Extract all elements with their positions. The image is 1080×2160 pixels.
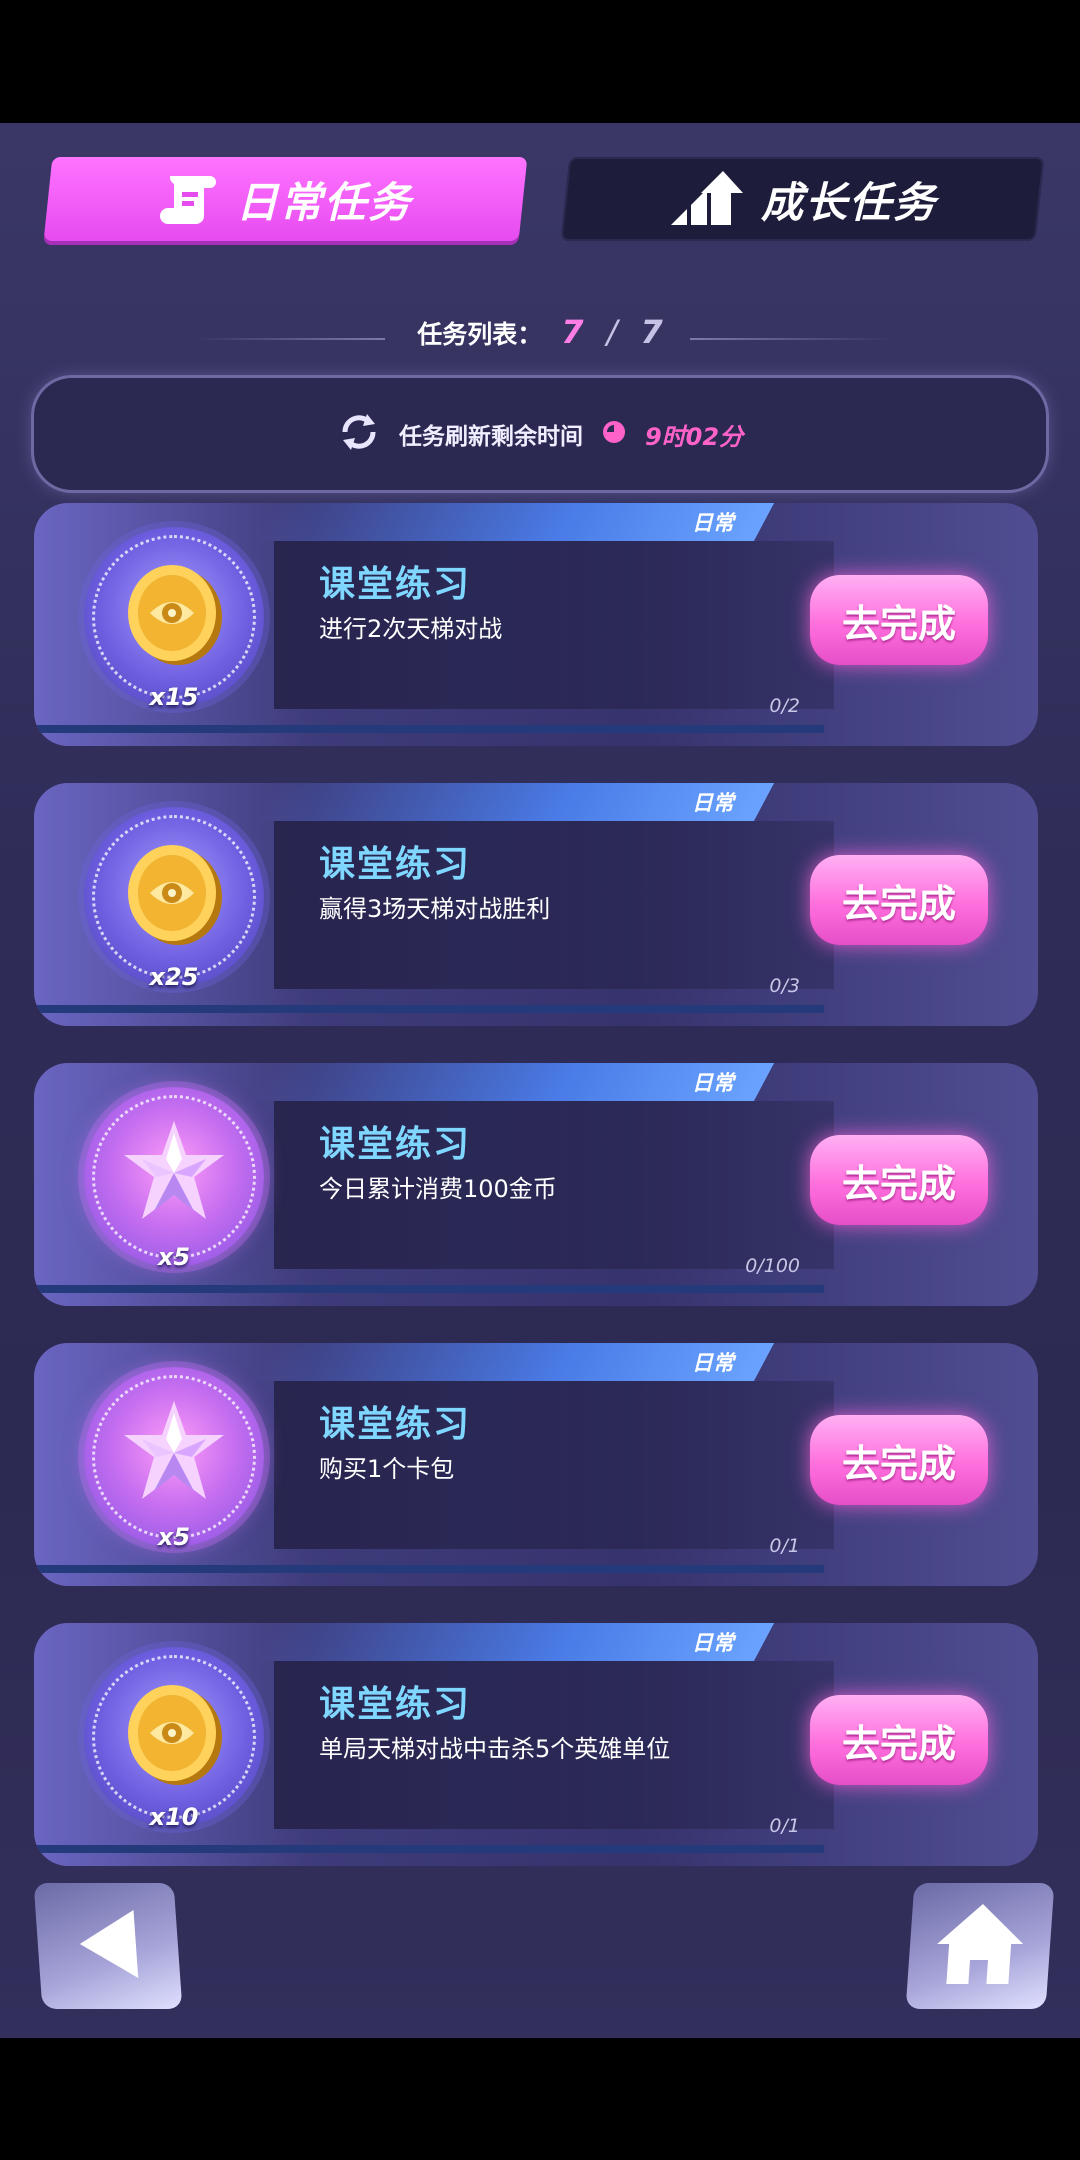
- task-card: 日常 x5 课堂练习 购买1个卡包 去完成 0/1: [34, 1343, 1038, 1586]
- scroll-icon: [158, 170, 220, 228]
- task-card: 日常 x15 课堂练习 进行2次天梯对战 去完成 0/2: [34, 503, 1038, 746]
- reward-badge[interactable]: x5: [84, 1087, 264, 1271]
- reward-quantity: x25: [149, 963, 199, 991]
- task-description: 进行2次天梯对战: [319, 615, 503, 643]
- coin-icon: [120, 839, 228, 947]
- reward-badge[interactable]: x5: [84, 1367, 264, 1551]
- progress-text: 0/2: [769, 695, 800, 717]
- progress-bar: [34, 1005, 824, 1013]
- reward-quantity: x10: [149, 1803, 199, 1831]
- task-card: 日常 x10 课堂练习 单局天梯对战中击杀5个英雄单位 去完成 0/1: [34, 1623, 1038, 1866]
- reward-quantity: x15: [149, 683, 199, 711]
- task-title: 课堂练习: [319, 1684, 472, 1725]
- task-count-separator: /: [606, 313, 618, 351]
- reward-quantity: x5: [157, 1243, 191, 1271]
- progress-bar: [34, 1565, 824, 1573]
- go-complete-button[interactable]: 去完成: [810, 1415, 988, 1505]
- task-title: 课堂练习: [319, 1404, 472, 1445]
- go-complete-button[interactable]: 去完成: [810, 855, 988, 945]
- coin-icon: [120, 1679, 228, 1787]
- coin-icon: [120, 559, 228, 667]
- reward-badge[interactable]: x25: [84, 807, 264, 991]
- refresh-timer-bar: 任务刷新剩余时间 9时02分: [34, 378, 1046, 490]
- task-count-label: 任务列表：: [417, 320, 543, 349]
- progress-bar: [34, 1285, 824, 1293]
- task-tag-label: 日常: [692, 1071, 734, 1095]
- task-tag-label: 日常: [692, 1351, 734, 1375]
- task-tag: 日常: [253, 503, 775, 541]
- task-count-total: 7: [640, 313, 663, 351]
- task-card: 日常 x25 课堂练习 赢得3场天梯对战胜利 去完成 0/3: [34, 783, 1038, 1026]
- task-tag-label: 日常: [692, 791, 734, 815]
- back-arrow-icon: [75, 1908, 140, 1984]
- back-button[interactable]: [33, 1883, 183, 2009]
- refresh-label: 任务刷新剩余时间: [398, 424, 583, 450]
- reward-quantity: x5: [157, 1523, 191, 1551]
- progress-bar: [34, 725, 824, 733]
- progress-text: 0/1: [769, 1815, 800, 1837]
- reward-badge[interactable]: x15: [84, 527, 264, 711]
- refresh-time: 9时02分: [644, 422, 744, 451]
- star-crystal-icon: [120, 1399, 228, 1507]
- task-tag: 日常: [253, 1623, 775, 1661]
- tab-growth-tasks[interactable]: 成长任务: [560, 157, 1045, 241]
- growth-arrow-icon: [667, 171, 745, 227]
- clock-icon: [601, 419, 627, 449]
- star-crystal-icon: [120, 1119, 228, 1227]
- task-count-current: 7: [561, 313, 584, 351]
- progress-text: 0/3: [769, 975, 800, 997]
- go-complete-button[interactable]: 去完成: [810, 1695, 988, 1785]
- progress-text: 0/1: [769, 1535, 800, 1557]
- task-tag-label: 日常: [692, 1631, 734, 1655]
- progress-bar: [34, 1845, 824, 1853]
- tab-daily-tasks[interactable]: 日常任务: [43, 157, 528, 241]
- task-count-header: 任务列表： 7 / 7: [0, 308, 1080, 368]
- home-icon: [932, 1902, 1028, 1990]
- task-title: 课堂练习: [319, 564, 472, 605]
- tab-daily-label: 日常任务: [236, 177, 413, 227]
- tab-growth-label: 成长任务: [761, 177, 938, 227]
- refresh-icon: [337, 412, 381, 456]
- task-card: 日常 x5 课堂练习 今日累计消费100金币 去完成 0/100: [34, 1063, 1038, 1306]
- task-tag: 日常: [253, 783, 775, 821]
- task-screen: 日常任务 成长任务 任务列表： 7 / 7 任务刷新剩余时间 9时02分 日常 …: [0, 123, 1080, 2038]
- task-tag-label: 日常: [692, 511, 734, 535]
- task-tag: 日常: [253, 1063, 775, 1101]
- task-title: 课堂练习: [319, 844, 472, 885]
- home-button[interactable]: [905, 1883, 1055, 2009]
- progress-text: 0/100: [745, 1255, 800, 1277]
- task-description: 购买1个卡包: [319, 1455, 455, 1483]
- go-complete-button[interactable]: 去完成: [810, 575, 988, 665]
- go-complete-button[interactable]: 去完成: [810, 1135, 988, 1225]
- task-description: 今日累计消费100金币: [319, 1175, 557, 1203]
- task-description: 单局天梯对战中击杀5个英雄单位: [319, 1735, 671, 1763]
- reward-badge[interactable]: x10: [84, 1647, 264, 1831]
- task-tag: 日常: [253, 1343, 775, 1381]
- task-description: 赢得3场天梯对战胜利: [319, 895, 551, 923]
- task-title: 课堂练习: [319, 1124, 472, 1165]
